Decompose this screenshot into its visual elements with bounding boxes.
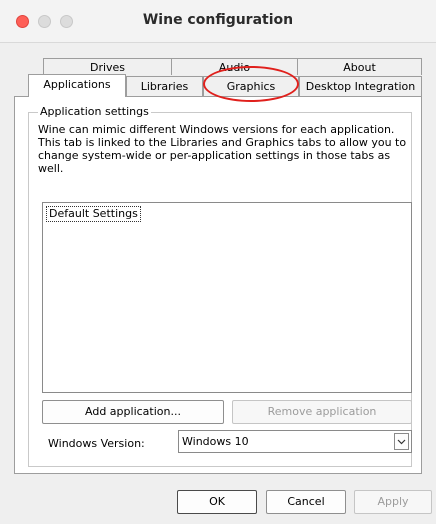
application-list[interactable]: Default Settings bbox=[42, 202, 412, 393]
tab-drives[interactable]: Drives bbox=[43, 58, 172, 75]
tab-about[interactable]: About bbox=[297, 58, 422, 75]
ok-button[interactable]: OK bbox=[177, 490, 257, 514]
windows-version-label: Windows Version: bbox=[48, 437, 145, 450]
windows-version-select[interactable]: Windows 10 bbox=[178, 430, 412, 453]
title-bar[interactable]: Wine configuration bbox=[0, 0, 436, 43]
remove-application-button[interactable]: Remove application bbox=[232, 400, 412, 424]
windows-version-value: Windows 10 bbox=[182, 435, 249, 448]
add-application-button[interactable]: Add application... bbox=[42, 400, 224, 424]
apply-button[interactable]: Apply bbox=[354, 490, 432, 514]
tab-applications[interactable]: Applications bbox=[28, 74, 126, 97]
window-title: Wine configuration bbox=[142, 12, 294, 28]
application-settings-legend: Application settings bbox=[38, 105, 151, 118]
list-item-default-settings[interactable]: Default Settings bbox=[46, 206, 141, 222]
tab-desktop-integration[interactable]: Desktop Integration bbox=[299, 76, 422, 96]
tab-libraries[interactable]: Libraries bbox=[126, 76, 203, 96]
wine-config-window: Wine configuration Drives Audio About Ap… bbox=[0, 0, 436, 524]
cancel-button[interactable]: Cancel bbox=[266, 490, 346, 514]
chevron-down-icon-glyph bbox=[397, 439, 406, 445]
graphics-tab-highlight-annotation bbox=[203, 66, 299, 102]
application-settings-description: Wine can mimic different Windows version… bbox=[38, 123, 407, 175]
chevron-down-icon[interactable] bbox=[394, 433, 409, 450]
